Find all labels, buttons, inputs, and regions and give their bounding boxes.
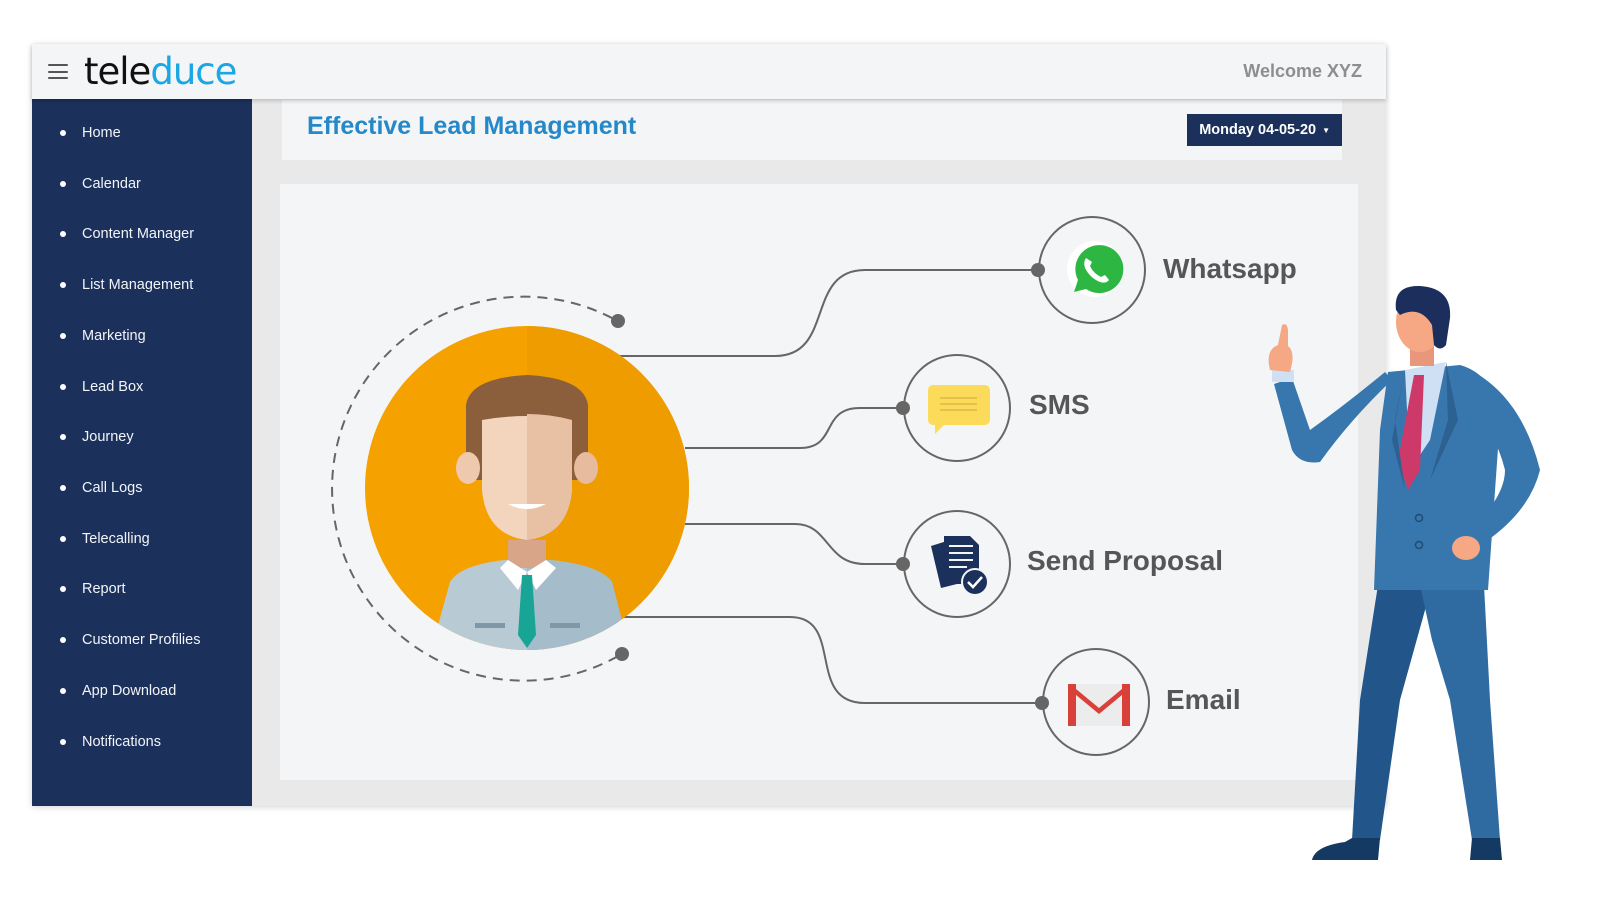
channel-whatsapp-button[interactable]: [1038, 216, 1146, 324]
sidebar-item-report[interactable]: Report: [32, 574, 252, 604]
sidebar-item-label: Content Manager: [82, 226, 195, 242]
sidebar-item-telecalling[interactable]: Telecalling: [32, 524, 252, 554]
sidebar-item-label: Call Logs: [82, 480, 143, 496]
sidebar-item-label: Customer Profilies: [82, 632, 201, 648]
bullet-icon: [60, 434, 66, 440]
sidebar-item-label: Notifications: [82, 734, 161, 750]
sidebar-item-calendar[interactable]: Calendar: [32, 169, 252, 199]
bullet-icon: [60, 688, 66, 694]
chat-bubble-icon: [928, 385, 990, 434]
sidebar-item-list-management[interactable]: List Management: [32, 270, 252, 300]
date-selector-dropdown[interactable]: Monday 04-05-20 ▼: [1187, 114, 1342, 146]
logo-part-tele: tele: [84, 50, 151, 93]
sidebar-item-lead-box[interactable]: Lead Box: [32, 372, 252, 402]
sidebar-item-label: Home: [82, 125, 121, 141]
sidebar-item-customer-profiles[interactable]: Customer Profilies: [32, 625, 252, 655]
bullet-icon: [60, 333, 66, 339]
welcome-text: Welcome XYZ: [1243, 61, 1362, 81]
businessman-illustration: [1268, 285, 1540, 860]
sidebar-item-label: Journey: [82, 429, 134, 445]
date-selector-label: Monday 04-05-20: [1199, 122, 1317, 138]
caret-down-icon: ▼: [1322, 125, 1330, 135]
whatsapp-icon: [1067, 241, 1124, 297]
bullet-icon: [60, 231, 66, 237]
channel-label-email: Email: [1166, 684, 1241, 715]
document-check-icon: [931, 536, 989, 596]
sidebar-item-notifications[interactable]: Notifications: [32, 727, 252, 757]
logo[interactable]: teleduce: [84, 50, 237, 94]
bullet-icon: [60, 181, 66, 187]
stage: teleduce Welcome XYZ Home Calendar Conte…: [0, 0, 1600, 900]
sidebar-item-label: Marketing: [82, 328, 146, 344]
sidebar-item-label: List Management: [82, 277, 194, 293]
page-title: Effective Lead Management: [307, 112, 637, 140]
bullet-icon: [60, 130, 66, 136]
sidebar-item-label: App Download: [82, 683, 177, 699]
channel-sms-button[interactable]: [903, 354, 1011, 462]
title-card: Effective Lead Management Monday 04-05-2…: [282, 100, 1342, 160]
bullet-icon: [60, 485, 66, 491]
sidebar-item-journey[interactable]: Journey: [32, 422, 252, 452]
sidebar: Home Calendar Content Manager List Manag…: [32, 99, 252, 806]
sidebar-item-label: Lead Box: [82, 379, 144, 395]
bullet-icon: [60, 637, 66, 643]
channel-label-sms: SMS: [1029, 389, 1090, 420]
gmail-icon: [1068, 684, 1130, 726]
sidebar-item-label: Telecalling: [82, 531, 150, 547]
channel-email-button[interactable]: [1042, 648, 1150, 756]
top-bar: teleduce Welcome XYZ: [32, 44, 1386, 99]
bullet-icon: [60, 536, 66, 542]
bullet-icon: [60, 586, 66, 592]
sidebar-item-content-manager[interactable]: Content Manager: [32, 219, 252, 249]
sidebar-item-call-logs[interactable]: Call Logs: [32, 473, 252, 503]
sidebar-item-home[interactable]: Home: [32, 118, 252, 148]
sidebar-item-marketing[interactable]: Marketing: [32, 321, 252, 351]
bullet-icon: [60, 282, 66, 288]
logo-part-duce: duce: [150, 50, 237, 93]
channel-proposal-button[interactable]: [903, 510, 1011, 618]
channel-label-send-proposal: Send Proposal: [1027, 545, 1224, 576]
hamburger-menu-icon[interactable]: [48, 64, 68, 79]
sidebar-item-app-download[interactable]: App Download: [32, 676, 252, 706]
sidebar-item-label: Calendar: [82, 176, 141, 192]
bullet-icon: [60, 739, 66, 745]
sidebar-item-label: Report: [82, 581, 126, 597]
bullet-icon: [60, 384, 66, 390]
